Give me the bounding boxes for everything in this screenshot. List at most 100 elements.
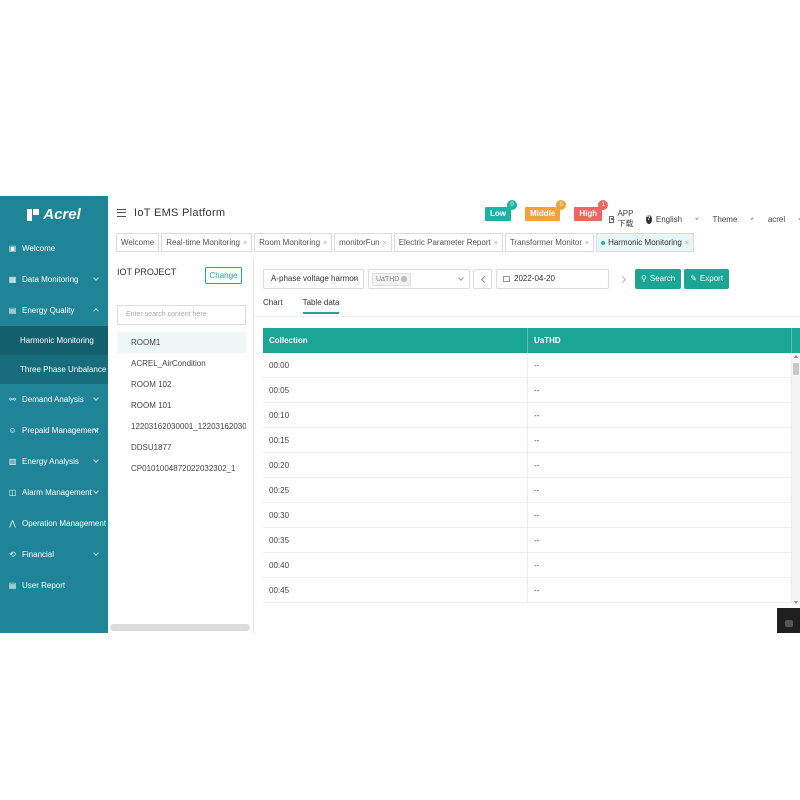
sidebar-item-energy-analysis[interactable]: ▥ Energy Analysis <box>0 446 108 477</box>
top-right-tools: APP下载 ? English Theme acrel <box>609 209 800 229</box>
energy-quality-submenu: Harmonic Monitoring Three Phase Unbalanc… <box>0 326 108 384</box>
project-panel: IOT PROJECT Change Enter search content … <box>108 258 254 633</box>
alarm-badges: Low 0 Middle 0 High 1 <box>485 200 609 221</box>
table-row: 00:30 -- <box>263 503 800 528</box>
chevron-down-icon <box>93 488 99 494</box>
close-icon[interactable]: × <box>494 240 498 247</box>
tree-item[interactable]: ROOM 101 <box>117 395 246 416</box>
previous-date-button[interactable] <box>473 268 492 289</box>
tree-item[interactable]: 12203162030001_12203162030001_ <box>117 416 246 437</box>
theme-select[interactable]: Theme <box>713 215 738 224</box>
alarm-low-badge[interactable]: Low 0 <box>485 200 517 221</box>
metric-select[interactable]: UaTHD <box>368 268 470 289</box>
alarm-low-count: 0 <box>507 200 517 210</box>
close-icon[interactable]: × <box>383 240 387 247</box>
sidebar-item-prepaid-management[interactable]: ☺ Prepaid Management <box>0 415 108 446</box>
sidebar-item-energy-quality[interactable]: ▤ Energy Quality <box>0 295 108 326</box>
sidebar-subitem-three-phase-unbalance[interactable]: Three Phase Unbalance <box>0 355 108 384</box>
close-icon[interactable]: × <box>243 240 247 247</box>
alarm-high-badge[interactable]: High 1 <box>574 200 609 221</box>
alarm-middle-count: 0 <box>556 200 567 210</box>
parameter-select[interactable]: A-phase voltage harmon <box>263 268 364 289</box>
close-icon[interactable]: × <box>585 240 589 247</box>
tree-item[interactable]: ACREL_AirCondition <box>117 353 246 374</box>
active-dot-icon <box>601 240 606 245</box>
alarm-high-count: 1 <box>598 200 609 210</box>
table-row: 00:05 -- <box>263 378 800 403</box>
tab-chart[interactable]: Chart <box>263 298 283 314</box>
user-menu[interactable]: acrel <box>768 215 785 224</box>
page-tabs: Welcome Real-time Monitoring × Room Monit… <box>108 233 800 253</box>
help-icon[interactable]: ? <box>645 214 652 224</box>
table-header: Collection UaTHD <box>263 328 800 353</box>
next-date-button[interactable] <box>613 268 632 289</box>
data-table: Collection UaTHD 00:00 -- 00:05 -- 00:10 --… <box>263 328 800 606</box>
user-icon: ☺ <box>8 426 17 435</box>
column-header-collection[interactable]: Collection <box>263 328 528 353</box>
monitor-icon: ▣ <box>8 244 17 253</box>
platform-title: IoT EMS Platform <box>134 206 226 219</box>
chevron-down-icon <box>458 274 464 281</box>
tag-close-icon[interactable] <box>401 275 408 282</box>
tab-room-monitoring[interactable]: Room Monitoring × <box>254 233 333 252</box>
sidebar-item-data-monitoring[interactable]: ▦ Data Monitoring <box>0 264 108 295</box>
alarm-icon: ◫ <box>8 488 17 497</box>
sidebar-item-user-report[interactable]: ▤ User Report <box>0 570 108 601</box>
export-button[interactable]: ✎ Export <box>684 268 730 289</box>
table-row: 00:10 -- <box>263 403 800 428</box>
tab-electric-parameter-report[interactable]: Electric Parameter Report × <box>393 233 503 252</box>
floating-widget[interactable] <box>777 608 800 633</box>
search-button[interactable]: ⚲ Search <box>635 268 682 289</box>
tab-harmonic-monitoring[interactable]: Harmonic Monitoring × <box>596 233 694 252</box>
project-tree: ROOM1 ACREL_AirCondition ROOM 102 ROOM 1… <box>117 332 246 479</box>
chevron-down-icon <box>695 216 700 220</box>
table-row: 00:45 -- <box>263 578 800 603</box>
menu-toggle-icon[interactable] <box>117 208 126 217</box>
chevron-down-icon <box>93 275 99 281</box>
sidebar-item-alarm-management[interactable]: ◫ Alarm Management <box>0 477 108 508</box>
date-picker[interactable]: 2022-04-20 <box>496 268 609 289</box>
chevron-down-icon <box>93 550 99 556</box>
tab-monitorfun[interactable]: monitorFun × <box>334 233 392 252</box>
bar-chart-icon: ▥ <box>8 457 17 466</box>
sidebar-item-demand-analysis[interactable]: ⚯ Demand Analysis <box>0 384 108 415</box>
tree-item[interactable]: CP0101004872022032302_1 <box>117 458 246 479</box>
alarm-middle-badge[interactable]: Middle 0 <box>525 200 567 221</box>
tree-item[interactable]: DDSU1877 <box>117 437 246 458</box>
project-panel-header: IOT PROJECT Change <box>108 258 253 286</box>
tab-table-data[interactable]: Table data <box>302 298 340 314</box>
chevron-down-icon <box>93 395 99 401</box>
language-select[interactable]: English <box>656 215 682 224</box>
app-download-link[interactable]: APP下载 <box>617 209 639 229</box>
sidebar-item-welcome[interactable]: ▣ Welcome <box>0 233 108 264</box>
operation-icon: ⋀ <box>9 519 16 528</box>
sidebar-item-financial[interactable]: ⟲ Financial <box>0 539 108 570</box>
top-bar: IoT EMS Platform Low 0 Middle 0 High 1 A… <box>108 196 800 229</box>
table-row: 00:00 -- <box>263 353 800 378</box>
change-button[interactable]: Change <box>205 267 242 284</box>
tab-welcome[interactable]: Welcome <box>116 233 160 252</box>
scroll-down-icon[interactable] <box>794 601 798 604</box>
export-icon: ✎ <box>690 273 697 283</box>
sidebar: Acrel ▣ Welcome ▦ Data Monitoring ▤ Ener… <box>0 196 108 633</box>
scroll-up-icon[interactable] <box>794 355 798 358</box>
chevron-up-icon <box>93 308 99 314</box>
tree-item[interactable]: ROOM1 <box>117 332 246 353</box>
tree-item[interactable]: ROOM 102 <box>117 374 246 395</box>
chevron-down-icon <box>93 457 99 463</box>
view-tabs: Chart Table data <box>263 298 340 314</box>
filter-bar: A-phase voltage harmon UaTHD 2022-04-20 … <box>263 268 730 289</box>
search-input[interactable]: Enter search content here <box>117 305 246 325</box>
close-icon[interactable]: × <box>323 240 327 247</box>
vertical-scrollbar[interactable] <box>792 353 800 606</box>
table-row: 00:15 -- <box>263 428 800 453</box>
tab-real-time-monitoring[interactable]: Real-time Monitoring × <box>161 233 253 252</box>
horizontal-scrollbar[interactable] <box>110 624 250 631</box>
scroll-thumb[interactable] <box>793 363 799 375</box>
sidebar-item-operation-management[interactable]: ⋀ Operation Management <box>0 508 108 539</box>
sidebar-subitem-harmonic-monitoring[interactable]: Harmonic Monitoring <box>0 326 108 355</box>
close-icon[interactable]: × <box>685 240 689 247</box>
tab-transformer-monitor[interactable]: Transformer Monitor × <box>504 233 595 252</box>
table-row: 00:40 -- <box>263 553 800 578</box>
column-header-uathd[interactable]: UaTHD <box>528 328 792 353</box>
